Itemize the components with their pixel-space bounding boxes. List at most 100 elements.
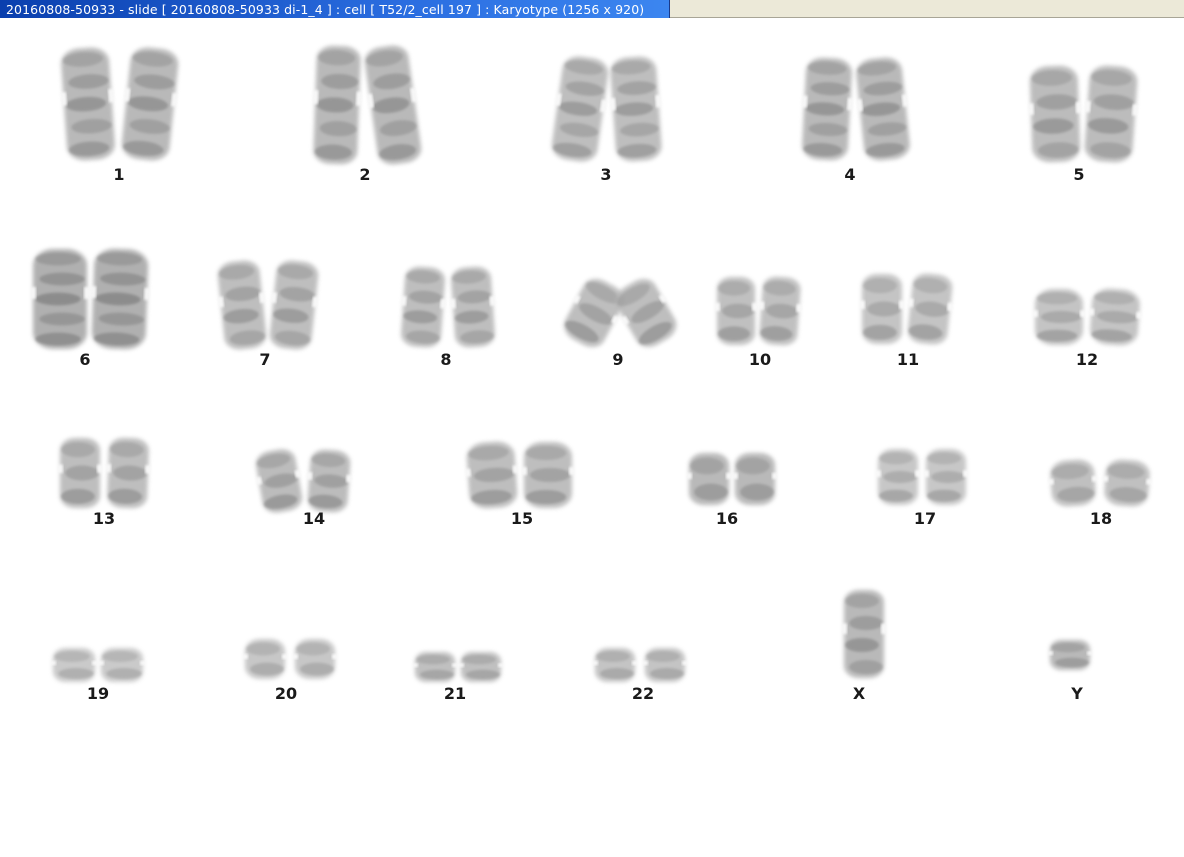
chromosome-label-19: 19 [87,684,109,703]
chromosome-1-a [61,47,115,161]
chromosome-pair-18: 18 [1048,459,1152,528]
chromosome-4-a [802,57,853,161]
chromosome-pair-6: 6 [31,248,150,369]
chromosome-13-a [58,438,102,508]
chromosome-6-a [31,249,89,349]
chromosome-12-b [1089,288,1142,346]
chromosome-21-a [413,652,457,682]
chromosome-17-a [876,449,920,505]
chromosome-label-20: 20 [275,684,297,703]
chromosome-label-4: 4 [844,165,855,184]
chromosome-14-b [307,449,352,513]
chromosome-11-b [907,273,953,345]
chromosome-label-15: 15 [511,509,533,528]
chromosome-7-a [217,260,267,350]
chromosome-label-2: 2 [359,165,370,184]
chromosome-10-a [715,277,757,345]
chromosome-label-18: 18 [1090,509,1112,528]
chromosome-19-a [51,648,97,682]
active-title-panel[interactable]: 20160808-50933 - slide [ 20160808-50933 … [0,0,670,18]
chromosome-pair-19: 19 [51,648,145,703]
chromosome-2-b [364,45,422,165]
chromosome-pair-9: 9 [564,278,677,369]
chromosome-pair-3: 3 [551,56,662,184]
chromosome-15-b [522,442,574,508]
chromosome-14-a [255,449,303,513]
chromosome-pair-16: 16 [687,453,777,528]
chromosome-5-b [1084,65,1138,163]
chromosome-label-1: 1 [113,165,124,184]
chromosome-label-5: 5 [1073,165,1084,184]
chromosome-label-8: 8 [440,350,451,369]
chromosome-22-a [593,648,637,682]
chromosome-label-22: 22 [632,684,654,703]
chromosome-label-21: 21 [444,684,466,703]
window-titlebar[interactable]: 20160808-50933 - slide [ 20160808-50933 … [0,0,1184,18]
chromosome-10-b [759,276,802,346]
chromosome-pair-5: 5 [1028,65,1138,184]
chromosome-17-b [924,449,968,505]
chromosome-label-12: 12 [1076,350,1098,369]
chromosome-13-b [106,437,151,509]
karyotype-image: 1 2 3 4 56 7 8 9 10 11 1213 14 15 16 17 1819 20 21 22 X Y [31,45,1152,703]
chromosome-4-b [856,57,910,161]
chromosome-12-a [1033,289,1085,345]
chromosome-pair-13: 13 [58,437,151,528]
chromosome-label-x: X [853,684,866,703]
chromosome-8-b [450,266,495,348]
chromosome-label-10: 10 [749,350,771,369]
chromosome-16-b [733,453,777,505]
chromosome-pair-1: 1 [61,47,179,184]
chromosome-2-a [313,45,362,165]
chromosome-21-b [459,652,503,682]
chromosome-15-a [465,441,518,509]
titlebar-empty-area [670,0,1184,18]
chromosome-y [1048,640,1092,670]
chromosome-pair-22: 22 [593,648,687,703]
chromosome-19-b [99,648,145,682]
chromosome-20-a [243,639,287,679]
chromosome-3-b [610,56,662,162]
chromosome-pair-11: 11 [860,273,953,369]
chromosome-pair-17: 17 [876,449,968,528]
chromosome-pair-20: 20 [243,639,337,703]
chromosome-8-a [401,266,446,348]
chromosome-pair-4: 4 [802,57,910,184]
chromosome-label-3: 3 [600,165,611,184]
chromosome-label-y: Y [1070,684,1083,703]
chromosome-label-6: 6 [79,350,90,369]
chromosome-label-14: 14 [303,509,325,528]
chromosome-18-b [1103,459,1152,507]
chromosome-pair-12: 12 [1033,288,1142,369]
chromosome-label-16: 16 [716,509,738,528]
chromosome-label-11: 11 [897,350,919,369]
chromosome-16-a [687,453,731,505]
chromosome-pair-8: 8 [401,266,495,369]
chromosome-5-a [1028,65,1081,163]
chromosome-x [842,590,886,678]
chromosome-18-a [1048,459,1097,507]
chromosome-label-7: 7 [259,350,270,369]
window-title: 20160808-50933 - slide [ 20160808-50933 … [6,2,645,17]
chromosome-pair-10: 10 [715,276,802,369]
karyotype-canvas: 1 2 3 4 5 6 7 8 9 10 11 12 13 14 15 16 17 18 19 20 21 22 X Y [0,19,1184,857]
chromosome-20-b [293,639,337,679]
chromosome-pair-2: 2 [313,45,422,184]
chromosome-pair-14: 14 [255,449,352,528]
chromosome-pair-y: Y [1048,640,1092,703]
chromosome-7-b [269,260,319,350]
chromosome-pair-21: 21 [413,652,503,703]
chromosome-6-b [91,248,150,350]
chromosome-11-a [860,274,904,344]
chromosome-9-a [564,278,624,348]
chromosome-1-b [121,47,179,161]
chromosome-label-13: 13 [93,509,115,528]
chromosome-22-b [643,648,687,682]
chromosome-9-b [615,279,677,347]
chromosome-3-a [551,56,609,162]
chromosome-label-17: 17 [914,509,936,528]
chromosome-pair-7: 7 [217,260,319,369]
chromosome-pair-15: 15 [465,441,574,528]
chromosome-label-9: 9 [612,350,623,369]
chromosome-pair-x: X [842,590,886,703]
